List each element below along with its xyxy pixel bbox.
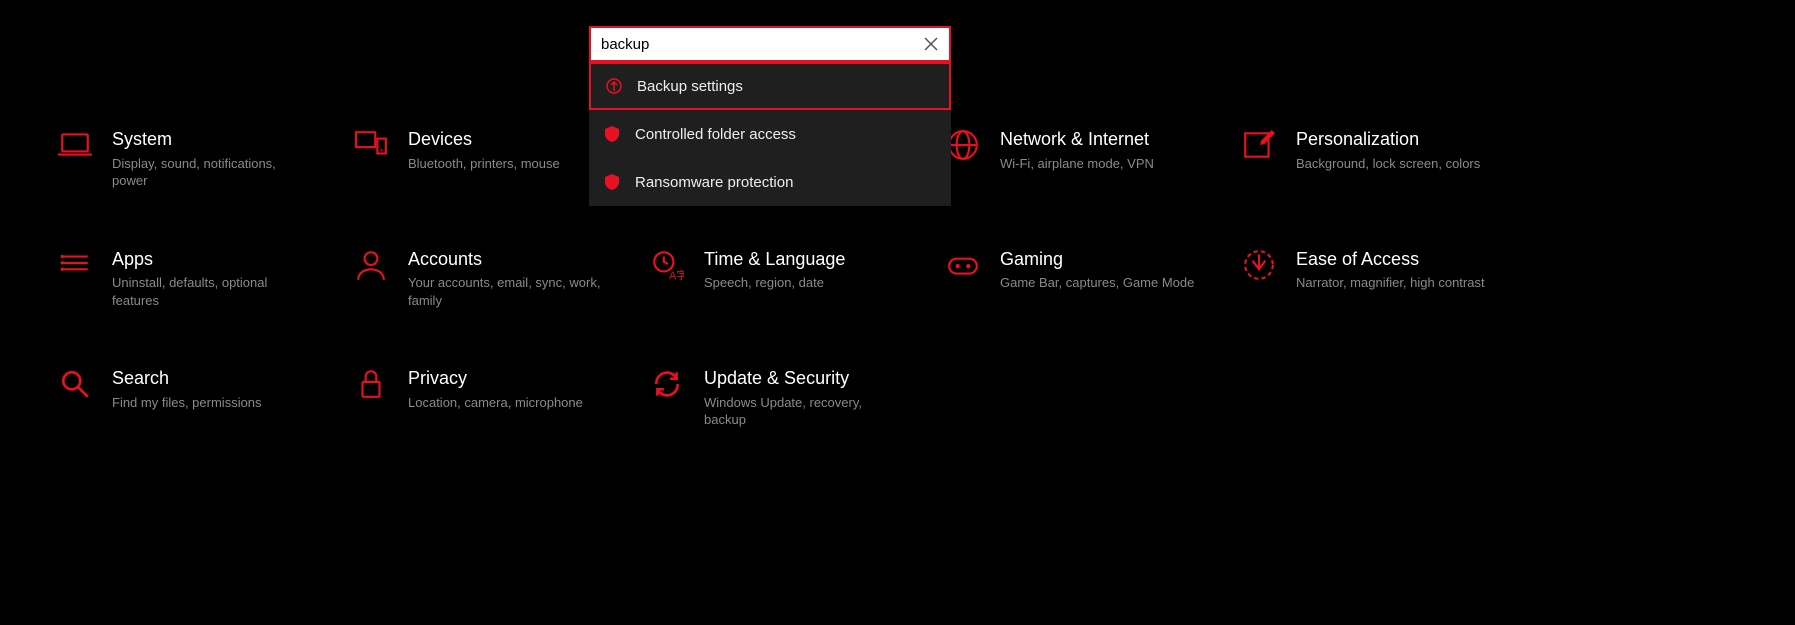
search-suggestions: Backup settings Controlled folder access R… (589, 62, 951, 206)
category-description: Location, camera, microphone (408, 394, 583, 412)
category-accounts[interactable]: Accounts Your accounts, email, sync, work… (354, 248, 644, 310)
category-description: Uninstall, defaults, optional features (112, 274, 312, 309)
category-update[interactable]: Update & Security Windows Update, recover… (650, 367, 940, 429)
devices-icon (354, 128, 388, 162)
category-system[interactable]: System Display, sound, notifications, pow… (58, 128, 348, 190)
search-box[interactable] (589, 26, 951, 62)
category-title: Ease of Access (1296, 248, 1485, 271)
search-suggestion[interactable]: Controlled folder access (589, 110, 951, 158)
backup-icon (605, 77, 623, 95)
category-title: Devices (408, 128, 560, 151)
category-title: Update & Security (704, 367, 904, 390)
suggestion-label: Backup settings (637, 78, 743, 95)
apps-icon (58, 248, 92, 282)
lock-icon (354, 367, 388, 401)
category-description: Wi-Fi, airplane mode, VPN (1000, 155, 1154, 173)
globe-icon (946, 128, 980, 162)
category-description: Game Bar, captures, Game Mode (1000, 274, 1194, 292)
category-time[interactable]: Time & Language Speech, region, date (650, 248, 940, 310)
category-description: Find my files, permissions (112, 394, 262, 412)
ease-icon (1242, 248, 1276, 282)
search-input[interactable] (601, 36, 923, 53)
search-area: Backup settings Controlled folder access R… (589, 26, 951, 206)
category-title: Privacy (408, 367, 583, 390)
category-description: Bluetooth, printers, mouse (408, 155, 560, 173)
category-description: Background, lock screen, colors (1296, 155, 1480, 173)
category-title: Search (112, 367, 262, 390)
pencil-icon (1242, 128, 1276, 162)
category-description: Speech, region, date (704, 274, 845, 292)
category-description: Windows Update, recovery, backup (704, 394, 904, 429)
person-icon (354, 248, 388, 282)
category-description: Narrator, magnifier, high contrast (1296, 274, 1485, 292)
category-search[interactable]: Search Find my files, permissions (58, 367, 348, 429)
shield-icon (603, 125, 621, 143)
category-personalization[interactable]: Personalization Background, lock screen, … (1242, 128, 1532, 190)
shield-icon (603, 173, 621, 191)
category-title: Gaming (1000, 248, 1194, 271)
category-description: Your accounts, email, sync, work, family (408, 274, 608, 309)
time-icon (650, 248, 684, 282)
laptop-icon (58, 128, 92, 162)
suggestion-label: Ransomware protection (635, 174, 793, 191)
suggestion-label: Controlled folder access (635, 126, 796, 143)
gamepad-icon (946, 248, 980, 282)
category-gaming[interactable]: Gaming Game Bar, captures, Game Mode (946, 248, 1236, 310)
clear-icon[interactable] (923, 36, 939, 52)
search-suggestion[interactable]: Backup settings (589, 62, 951, 110)
search-icon (58, 367, 92, 401)
category-description: Display, sound, notifications, power (112, 155, 312, 190)
category-network[interactable]: Network & Internet Wi-Fi, airplane mode, … (946, 128, 1236, 190)
category-title: Network & Internet (1000, 128, 1154, 151)
category-title: Apps (112, 248, 312, 271)
category-title: Accounts (408, 248, 608, 271)
category-title: Time & Language (704, 248, 845, 271)
search-suggestion[interactable]: Ransomware protection (589, 158, 951, 206)
category-title: System (112, 128, 312, 151)
category-ease[interactable]: Ease of Access Narrator, magnifier, high … (1242, 248, 1532, 310)
category-apps[interactable]: Apps Uninstall, defaults, optional featur… (58, 248, 348, 310)
category-title: Personalization (1296, 128, 1480, 151)
category-privacy[interactable]: Privacy Location, camera, microphone (354, 367, 644, 429)
update-icon (650, 367, 684, 401)
